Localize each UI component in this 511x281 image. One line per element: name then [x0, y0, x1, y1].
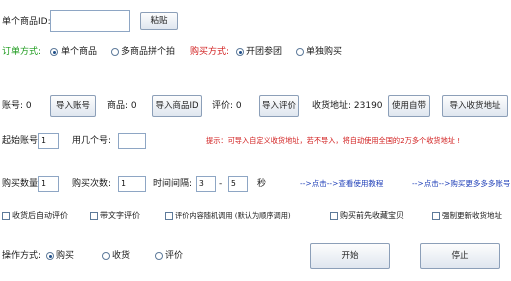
account-count-label: 用几个号:	[72, 136, 112, 146]
import-address-button[interactable]: 导入收货地址	[442, 95, 508, 117]
buy-mode-label: 购买方式:	[190, 47, 230, 57]
review-count: 评价: 0	[212, 101, 242, 111]
group-buy-label: 开团参团	[246, 47, 283, 57]
quantity-row: 购买数量: 1 购买次数: 1 时间间隔: 3 - 5 秒 -->点击-->查看…	[0, 176, 511, 192]
solo-buy-label: 单独购买	[306, 47, 343, 57]
buy-accounts-link[interactable]: -->点击-->购买更多多多账号	[412, 177, 510, 191]
order-mode-row: 订单方式: 单个商品 多商品拼个拍 购买方式: 开团参团 单独购买	[0, 45, 511, 61]
address-count: 收货地址: 23190	[312, 101, 383, 111]
random-review-checkbox[interactable]	[165, 212, 173, 220]
auto-review-label: 收货后自动评价	[12, 211, 68, 220]
buy-times-input[interactable]: 1	[118, 176, 146, 192]
radio-solo-buy[interactable]	[296, 48, 304, 56]
product-id-row: 单个商品ID: 粘贴	[0, 10, 511, 32]
account-range-row: 起始账号: 1 用几个号: 提示：可导入自定义收货地址，若不导入，将自动使用全国…	[0, 133, 511, 149]
op-review-label: 评价	[165, 251, 184, 261]
quantity-input[interactable]: 1	[38, 176, 59, 192]
favorite-first-checkbox[interactable]	[330, 212, 338, 220]
product-id-label: 单个商品ID:	[2, 17, 51, 27]
quantity-label: 购买数量:	[2, 179, 42, 189]
force-update-address-checkbox[interactable]	[432, 212, 440, 220]
account-count: 账号: 0	[2, 101, 32, 111]
interval-from-input[interactable]: 3	[196, 176, 216, 192]
options-row: 收货后自动评价 带文字评价 评价内容随机调用 (默认为顺序调用) 购买前先收藏宝…	[0, 209, 511, 223]
text-review-label: 带文字评价	[100, 211, 140, 220]
op-receive-label: 收货	[112, 251, 131, 261]
favorite-first-label: 购买前先收藏宝贝	[340, 211, 404, 220]
product-count: 商品: 0	[107, 101, 137, 111]
force-update-address-label: 强制更新收货地址	[442, 211, 502, 220]
tutorial-link[interactable]: -->点击-->查看使用教程	[300, 177, 383, 191]
operation-row: 操作方式: 购买 收货 评价 开始 停止	[0, 243, 511, 269]
import-product-button[interactable]: 导入商品ID	[152, 95, 202, 117]
random-review-label: 评价内容随机调用 (默认为顺序调用)	[175, 211, 291, 220]
seconds-unit: 秒	[257, 179, 267, 189]
text-review-checkbox[interactable]	[90, 212, 98, 220]
radio-op-review[interactable]	[155, 252, 163, 260]
start-account-input[interactable]: 1	[38, 133, 59, 149]
radio-op-receive[interactable]	[102, 252, 110, 260]
import-account-button[interactable]: 导入账号	[50, 95, 96, 117]
radio-group-buy[interactable]	[236, 48, 244, 56]
op-buy-label: 购买	[56, 251, 75, 261]
account-count-input[interactable]	[118, 133, 146, 149]
order-mode-label: 订单方式:	[2, 47, 42, 57]
interval-dash: -	[219, 179, 223, 189]
address-tip: 提示：可导入自定义收货地址，若不导入，将自动使用全国的2万多个收货地址 !	[206, 136, 461, 145]
operation-label: 操作方式:	[2, 251, 42, 261]
single-product-label: 单个商品	[61, 47, 98, 57]
auto-review-checkbox[interactable]	[2, 212, 10, 220]
import-review-button[interactable]: 导入评价	[259, 95, 299, 117]
radio-single-product[interactable]	[50, 48, 58, 56]
multi-product-label: 多商品拼个拍	[121, 47, 176, 57]
import-row: 账号: 0 导入账号 商品: 0 导入商品ID 评价: 0 导入评价 收货地址:…	[0, 95, 511, 117]
start-button[interactable]: 开始	[310, 243, 390, 269]
interval-to-input[interactable]: 5	[228, 176, 248, 192]
radio-multi-product[interactable]	[111, 48, 119, 56]
stop-button[interactable]: 停止	[420, 243, 500, 269]
buy-times-label: 购买次数:	[72, 179, 112, 189]
start-account-label: 起始账号:	[2, 136, 42, 146]
radio-op-buy[interactable]	[46, 252, 54, 260]
interval-label: 时间间隔:	[153, 179, 193, 189]
use-builtin-button[interactable]: 使用自带	[388, 95, 430, 117]
product-id-input[interactable]	[50, 10, 130, 32]
paste-button[interactable]: 粘贴	[140, 12, 178, 30]
